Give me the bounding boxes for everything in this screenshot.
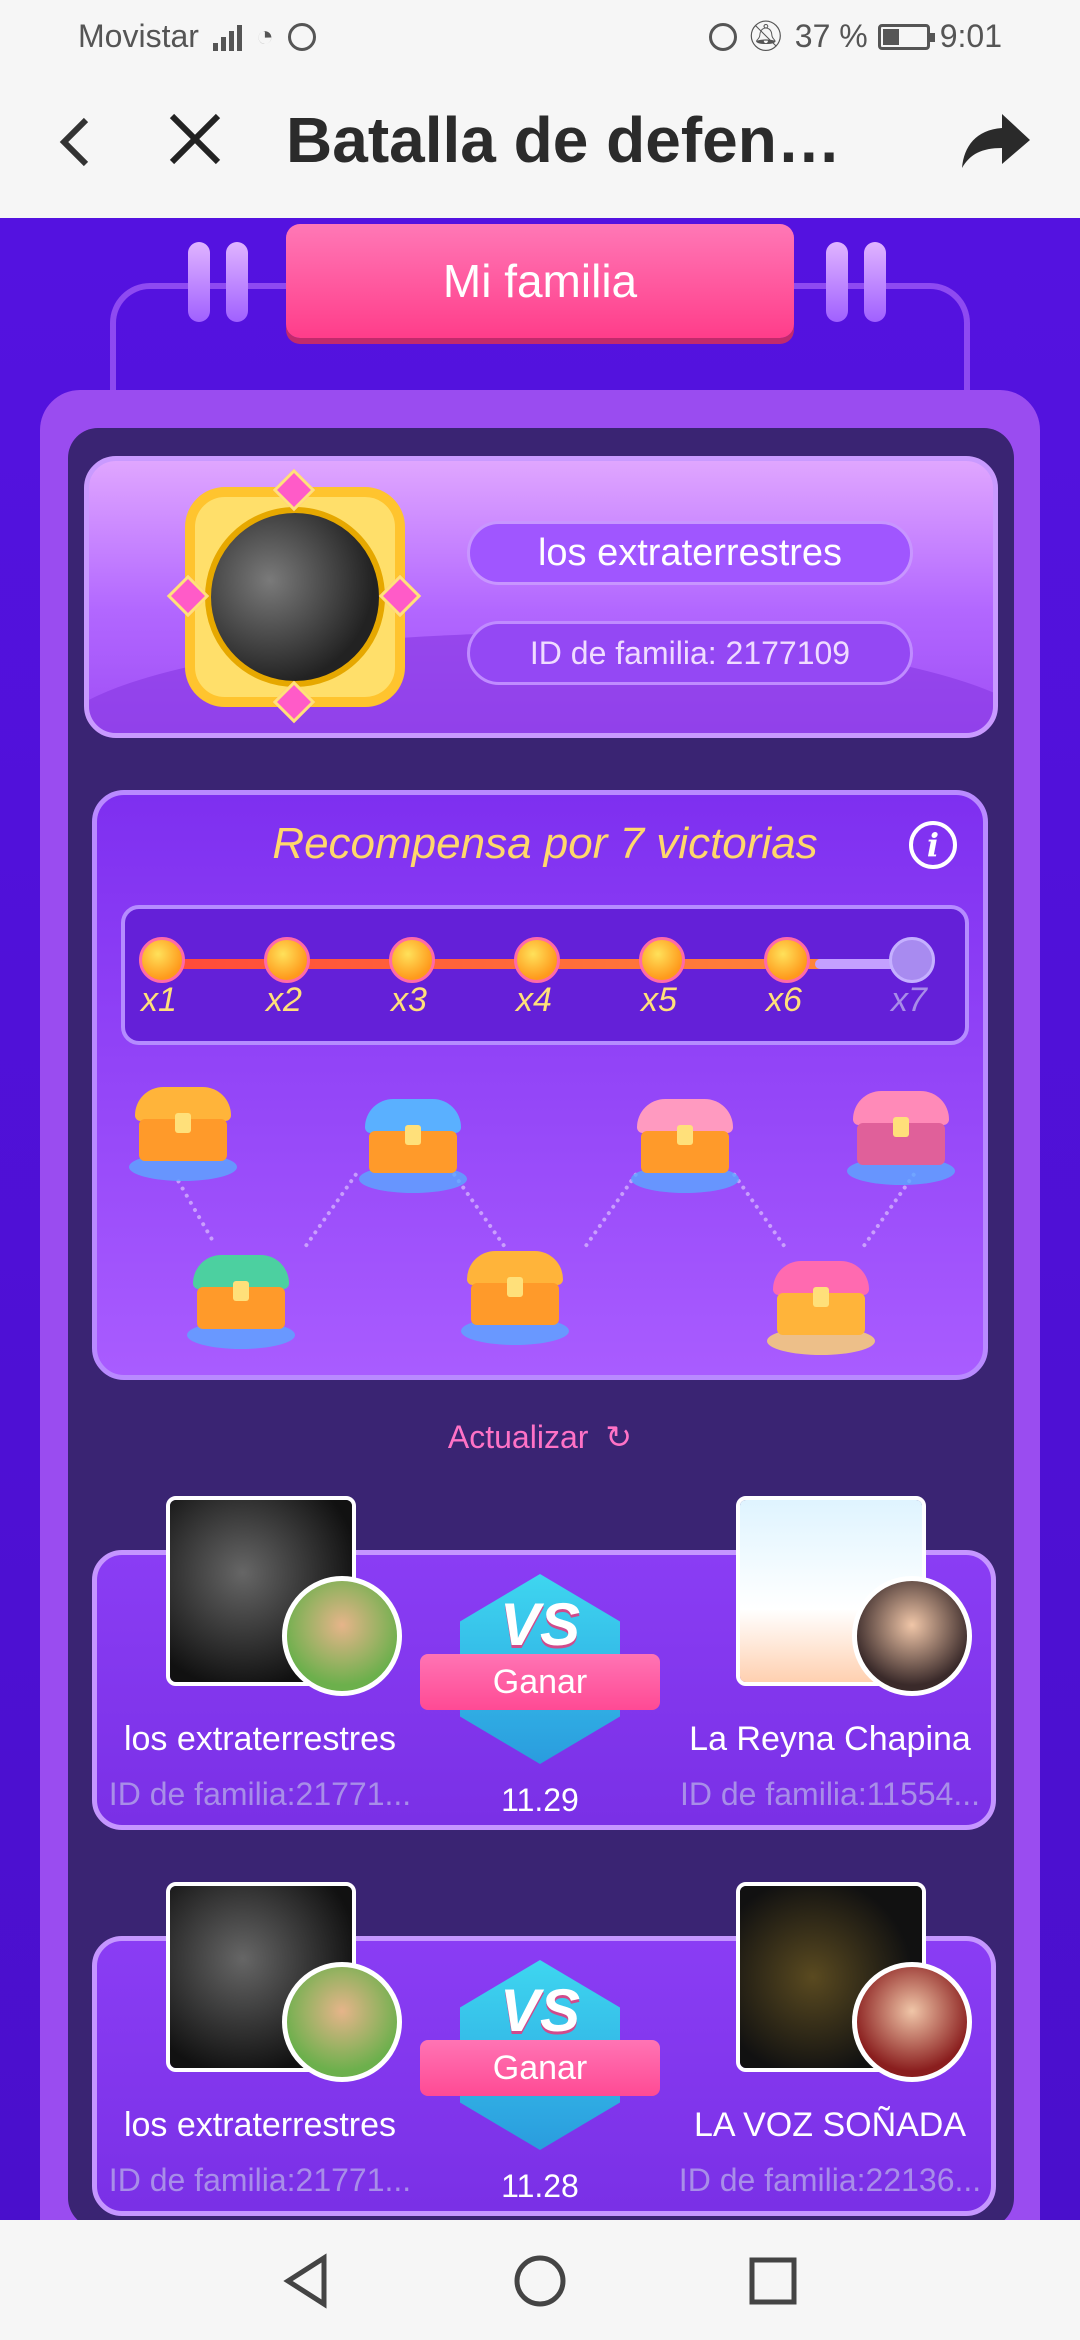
battery-icon xyxy=(877,23,935,50)
circle-home-icon[interactable] xyxy=(505,2246,575,2316)
alarm-icon xyxy=(708,22,737,51)
step-label: x6 xyxy=(766,981,802,1019)
team-id: ID de familia:21771... xyxy=(108,1776,412,1812)
family-avatar[interactable] xyxy=(185,487,405,707)
battery-percent: 37 % xyxy=(794,18,868,54)
reward-progress-track xyxy=(121,905,969,1045)
system-nav-bar xyxy=(0,2220,1080,2340)
path-dots xyxy=(303,1171,359,1249)
avatar xyxy=(282,1962,402,2082)
info-icon[interactable]: i xyxy=(909,821,957,869)
family-name: los extraterrestres xyxy=(467,521,913,585)
chest-icon[interactable] xyxy=(631,1099,739,1193)
team-name: LA VOZ SOÑADA xyxy=(693,2106,967,2144)
avatar xyxy=(852,1576,972,1696)
chest-icon[interactable] xyxy=(129,1087,237,1181)
chest-icon[interactable] xyxy=(359,1099,467,1193)
match-date: 11.29 xyxy=(501,1782,579,1818)
avatar xyxy=(852,1962,972,2082)
chest-icon[interactable] xyxy=(187,1255,295,1349)
family-photo xyxy=(205,507,385,687)
vs-badge: VS Ganar xyxy=(420,1574,660,1774)
match-date: 11.28 xyxy=(501,2168,579,2204)
step-label: x7 xyxy=(891,981,927,1019)
tab-decoration-pill xyxy=(226,242,248,322)
status-bar: Movistar ◔ 🔕︎ 37 % 9:01 xyxy=(0,0,1080,72)
vs-badge: VS Ganar xyxy=(420,1960,660,2160)
refresh-link[interactable]: Actualizar ↻ xyxy=(0,1418,1080,1456)
result-ribbon: Ganar xyxy=(420,2040,660,2096)
team-id: ID de familia:21771... xyxy=(108,2162,412,2198)
close-icon[interactable] xyxy=(160,100,230,180)
step-label: x5 xyxy=(641,981,677,1019)
path-dots xyxy=(583,1171,639,1249)
result-ribbon: Ganar xyxy=(420,1654,660,1710)
refresh-label: Actualizar xyxy=(447,1419,589,1455)
family-card: los extraterrestres ID de familia: 21771… xyxy=(84,456,998,738)
triangle-back-icon[interactable] xyxy=(272,2246,342,2316)
path-dots xyxy=(175,1178,215,1242)
tab-decoration-pill xyxy=(864,242,886,322)
vs-label: VS xyxy=(499,1591,581,1658)
team-id: ID de familia:22136... xyxy=(678,2162,982,2198)
reward-card: Recompensa por 7 victorias i x1 x2 x3 x4… xyxy=(92,790,988,1380)
tab-mi-familia[interactable]: Mi familia xyxy=(286,224,794,338)
team-id: ID de familia:11554... xyxy=(679,1776,980,1812)
step-label: x2 xyxy=(266,981,302,1019)
whatsapp-icon xyxy=(288,22,317,51)
team-name: los extraterrestres xyxy=(123,2106,397,2144)
chest-icon[interactable] xyxy=(461,1251,569,1345)
chest-icon[interactable] xyxy=(847,1091,955,1185)
wifi-icon: ◔ xyxy=(255,19,275,53)
team-name: La Reyna Chapina xyxy=(689,1720,971,1758)
avatar xyxy=(282,1576,402,1696)
signal-icon xyxy=(212,23,242,51)
chevron-left-icon[interactable] xyxy=(46,100,106,180)
mute-icon: 🔕︎ xyxy=(746,20,785,53)
carrier-label: Movistar xyxy=(78,18,199,54)
square-recent-icon[interactable] xyxy=(738,2246,808,2316)
page-title: Batalla de defen… xyxy=(286,104,841,176)
reward-title: Recompensa por 7 victorias xyxy=(272,819,818,868)
path-dots xyxy=(731,1171,787,1249)
tab-decoration-pill xyxy=(188,242,210,322)
tab-decoration-pill xyxy=(826,242,848,322)
family-id: ID de familia: 2177109 xyxy=(467,621,913,685)
team-name: los extraterrestres xyxy=(123,1720,397,1758)
step-label: x1 xyxy=(141,981,177,1019)
app-bar: Batalla de defen… xyxy=(0,72,1080,218)
chest-icon[interactable] xyxy=(767,1261,875,1355)
step-label: x3 xyxy=(391,981,427,1019)
share-icon[interactable] xyxy=(958,106,1034,176)
clock: 9:01 xyxy=(939,18,1002,54)
vs-label: VS xyxy=(499,1977,581,2044)
refresh-icon: ↻ xyxy=(605,1419,633,1455)
step-label: x4 xyxy=(516,981,552,1019)
